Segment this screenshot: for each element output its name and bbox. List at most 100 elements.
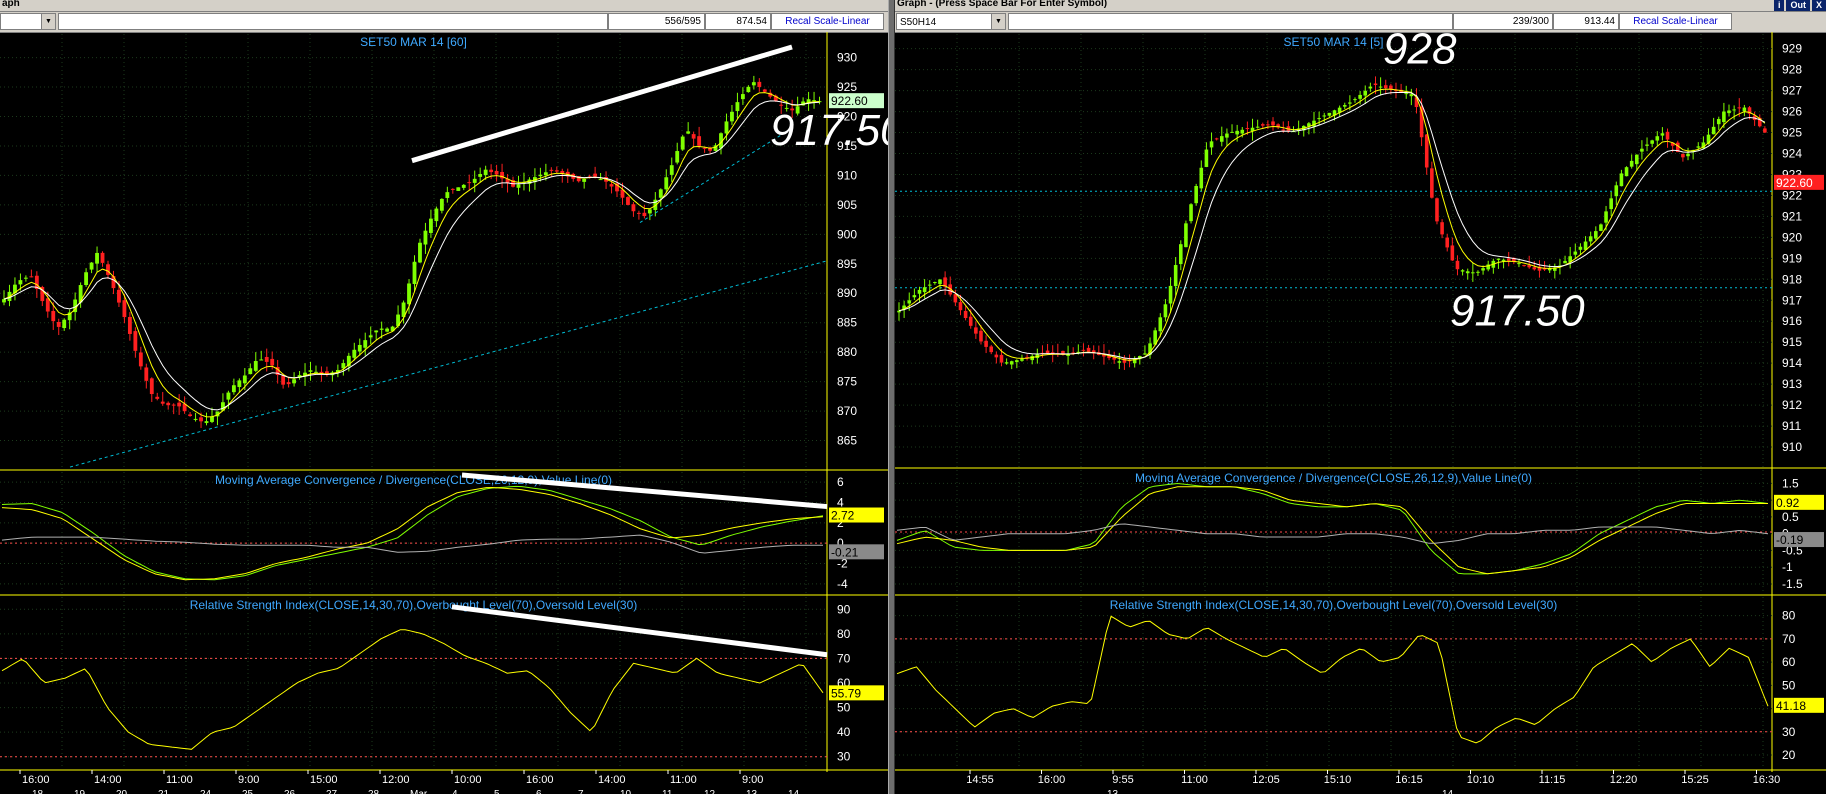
candle-body [1322,115,1327,117]
candle-body [746,86,751,93]
right-chart-window: Graph - (Press Space Bar For Enter Symbo… [895,0,1826,794]
left-rsi-value: 55.79 [831,686,861,700]
chevron-down-icon[interactable]: ▼ [41,14,55,29]
candle-body [549,169,554,171]
right-chart-area[interactable]: 9299289279269259249239229219209199189179… [895,32,1826,794]
time-label: 16:30 [1753,774,1781,786]
date-label: 25 [242,789,254,794]
y-tick-label: 927 [1782,84,1802,98]
y-tick-label: 925 [1782,126,1802,140]
candle-body [231,385,236,393]
time-label: 9:00 [238,774,259,786]
right-rsi-value: 41.18 [1776,699,1806,713]
candle-body [1435,198,1439,222]
candle-body [1650,140,1654,144]
y-tick-label: 60 [1782,655,1796,669]
candle-body [1476,271,1480,273]
candle-body [933,282,937,284]
time-label: 16:00 [1038,774,1066,786]
left-macd-y-axis: 6420-2-4 [837,475,848,591]
y-tick-label: 875 [837,375,857,389]
left-window-titlebar[interactable]: aph [0,0,888,12]
right-window-titlebar[interactable]: Graph - (Press Space Bar For Enter Symbo… [895,0,1826,12]
candle-body [1619,173,1624,187]
candle-body [658,189,663,198]
candle-body [472,178,477,183]
candle-body [286,382,291,385]
candle-body [1086,347,1091,352]
candle-body [917,289,922,294]
close-button[interactable]: X [1811,0,1826,11]
candle-body [1009,361,1014,365]
candle-body [1266,124,1270,126]
time-label: 16:00 [22,774,50,786]
right-macd-title: Moving Average Convergence / Divergence(… [1135,471,1532,485]
candle-body [352,349,357,358]
candle-body [989,346,994,353]
candle-body [1742,107,1747,112]
y-tick-label: 918 [1782,272,1802,286]
candle-body [963,310,968,319]
time-label: 12:05 [1252,774,1280,786]
candle-body [494,171,499,175]
candle-body [308,370,313,372]
candle-body [1430,168,1434,198]
right-last-price-label: 922.60 [1776,176,1813,190]
candle-body [691,134,696,139]
candle-body [697,136,702,146]
info-button[interactable]: i [1773,0,1785,11]
candle-body [314,371,318,373]
right-symbol-dropdown[interactable]: S50H14 ▼ [896,13,1006,30]
candle-body [598,179,603,181]
date-label: 7 [578,789,584,794]
candle-body [1609,198,1613,210]
window-splitter[interactable] [888,0,895,794]
chevron-down-icon[interactable]: ▼ [991,14,1005,29]
time-label: 11:15 [1539,774,1566,786]
candle-body [292,379,297,384]
y-tick-label: 921 [1782,209,1802,223]
left-symbol-dropdown[interactable]: ▼ [0,13,56,30]
date-label: 14 [1442,789,1454,794]
time-label: 12:00 [382,774,410,786]
date-label: 14 [788,789,800,794]
candle-body [1594,231,1598,239]
candle-body [958,302,963,311]
candle-body [1235,130,1239,135]
candle-body [994,354,999,358]
candle-body [1260,124,1265,126]
left-rsi-y-axis: 90807060504030 [837,602,851,763]
left-chart-area[interactable]: 9309259209159109059008958908858808758708… [0,32,888,794]
out-button[interactable]: Out [1786,0,1810,11]
candle-body [434,208,439,222]
left-recal-scale-button[interactable]: Recal Scale-Linear [771,13,884,30]
candle-body [204,421,209,424]
candle-body [2,299,6,303]
y-tick-label: 70 [1782,632,1796,646]
y-tick-label: 880 [837,345,857,359]
support-trendline [69,260,828,468]
candle-body [912,295,917,298]
right-rsi-grid [895,597,1772,769]
y-tick-label: 40 [837,725,851,739]
candle-body [1004,362,1009,364]
candle-body [1599,224,1603,231]
time-label: 14:00 [598,774,626,786]
date-label: 6 [536,789,542,794]
candle-body [1173,265,1178,287]
time-label: 14:55 [966,774,994,786]
time-label: 16:00 [526,774,554,786]
y-tick-label: 1.5 [1782,476,1799,490]
right-macd-series-line [896,523,1769,544]
left-time-axis: 16:00 14:00 11:00 9:00 15:00 12:00 10:00 16:00 1… [19,770,800,794]
date-label: 11 [662,789,673,794]
candle-body [1563,260,1567,264]
right-recal-scale-button[interactable]: Recal Scale-Linear [1619,13,1732,30]
candle-body [1640,148,1644,152]
resistance-drawn-line [411,44,793,164]
candle-body [1045,350,1050,354]
left-macd-value: 2.72 [831,509,855,523]
left-price-grid [0,34,827,470]
date-label: 5 [494,789,500,794]
candle-body [264,356,269,362]
